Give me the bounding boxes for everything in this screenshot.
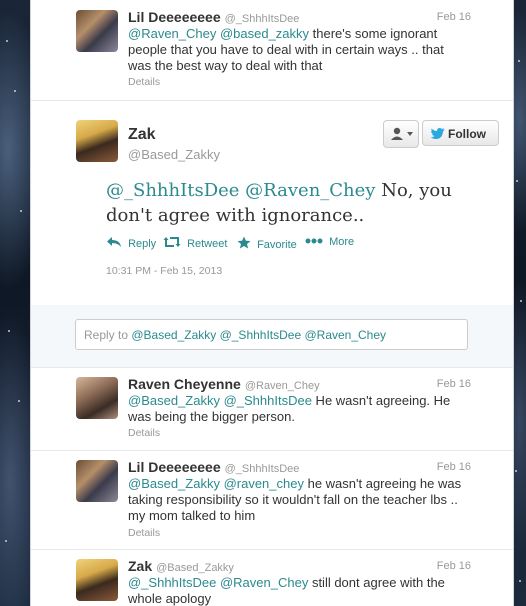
favorite-star-icon	[237, 236, 251, 249]
favorite-button[interactable]: Favorite	[237, 236, 297, 251]
tweet-text: @Based_Zakky @_ShhhItsDee He wasn't agre…	[128, 393, 451, 424]
star	[14, 90, 16, 92]
avatar[interactable]	[76, 559, 118, 601]
mention-link[interactable]: @Based_Zakky @_ShhhItsDee	[128, 393, 312, 408]
tweet-thread-card: Lil Deeeeeeee @_ShhhItsDee Feb 16 @Raven_…	[30, 0, 514, 606]
tweet-timestamp[interactable]: 10:31 PM - Feb 15, 2013	[106, 265, 222, 277]
retweet-button[interactable]: Retweet	[163, 236, 227, 250]
tweet-author[interactable]: Raven Cheyenne @Raven_Chey	[128, 376, 320, 392]
tweet-text: @Based_Zakky @raven_chey he wasn't agree…	[128, 476, 462, 523]
tweet-handle[interactable]: @_ShhhItsDee	[225, 13, 300, 25]
star	[519, 580, 521, 582]
mention-link[interactable]: @Raven_Chey	[245, 180, 375, 201]
follow-button[interactable]: Follow	[422, 120, 499, 146]
star	[6, 40, 8, 42]
star	[516, 180, 518, 182]
tweet-date[interactable]: Feb 16	[437, 560, 471, 572]
avatar[interactable]	[76, 10, 118, 52]
user-dropdown-icon	[391, 127, 413, 140]
tweet-author[interactable]: Zak	[128, 126, 156, 144]
twitter-bird-icon	[430, 128, 445, 139]
details-link[interactable]: Details	[128, 427, 160, 439]
focused-tweet-text: @_ShhhItsDee @Raven_Chey No, you don't a…	[106, 180, 452, 226]
star	[5, 540, 7, 542]
reply-tweet[interactable]: Lil Deeeeeeee @_ShhhItsDee Feb 16 @Based_…	[31, 450, 513, 550]
mention-link[interactable]: @Raven_Chey @based_zakky	[128, 26, 309, 41]
reply-tweet[interactable]: Raven Cheyenne @Raven_Chey Feb 16 @Based_…	[31, 367, 513, 451]
tweet-author[interactable]: Zak @Based_Zakky	[128, 558, 234, 574]
tweet-text: @_ShhhItsDee @Raven_Chey still dont agre…	[128, 575, 445, 606]
retweet-icon	[163, 237, 181, 247]
tweet-handle[interactable]: @Based_Zakky	[156, 562, 234, 574]
avatar[interactable]	[76, 460, 118, 502]
reply-icon	[107, 237, 121, 247]
more-button[interactable]: More	[305, 236, 354, 248]
tweet-date[interactable]: Feb 16	[437, 378, 471, 390]
star	[20, 210, 22, 212]
avatar[interactable]	[76, 377, 118, 419]
star	[518, 60, 520, 62]
star	[515, 470, 517, 472]
more-dots-icon	[305, 238, 323, 244]
tweet-author[interactable]: Lil Deeeeeeee @_ShhhItsDee	[128, 9, 299, 25]
details-link[interactable]: Details	[128, 527, 160, 539]
user-actions-button[interactable]	[383, 120, 419, 148]
reply-input[interactable]: Reply to @Based_Zakky @_ShhhItsDee @Rave…	[75, 319, 468, 350]
reply-area: Reply to @Based_Zakky @_ShhhItsDee @Rave…	[31, 305, 513, 368]
tweet-handle[interactable]: @Based_Zakky	[128, 147, 220, 162]
tweet-author[interactable]: Lil Deeeeeeee @_ShhhItsDee	[128, 459, 299, 475]
tweet-handle[interactable]: @_ShhhItsDee	[225, 463, 300, 475]
ancestor-tweet[interactable]: Lil Deeeeeeee @_ShhhItsDee Feb 16 @Raven_…	[31, 0, 513, 101]
star	[18, 400, 20, 402]
details-link[interactable]: Details	[128, 76, 160, 88]
reply-tweet[interactable]: Zak @Based_Zakky Feb 16 @_ShhhItsDee @Rav…	[31, 549, 513, 606]
tweet-handle[interactable]: @Raven_Chey	[245, 380, 320, 392]
mention-link[interactable]: @Based_Zakky @raven_chey	[128, 476, 304, 491]
tweet-text: @Raven_Chey @based_zakky there's some ig…	[128, 26, 444, 73]
mention-link[interactable]: @_ShhhItsDee	[106, 180, 239, 201]
star	[8, 330, 10, 332]
tweet-date[interactable]: Feb 16	[437, 461, 471, 473]
avatar[interactable]	[76, 120, 118, 162]
reply-button[interactable]: Reply	[106, 236, 156, 250]
mention-link[interactable]: @_ShhhItsDee @Raven_Chey	[128, 575, 308, 590]
star	[520, 300, 522, 302]
tweet-date[interactable]: Feb 16	[437, 11, 471, 23]
